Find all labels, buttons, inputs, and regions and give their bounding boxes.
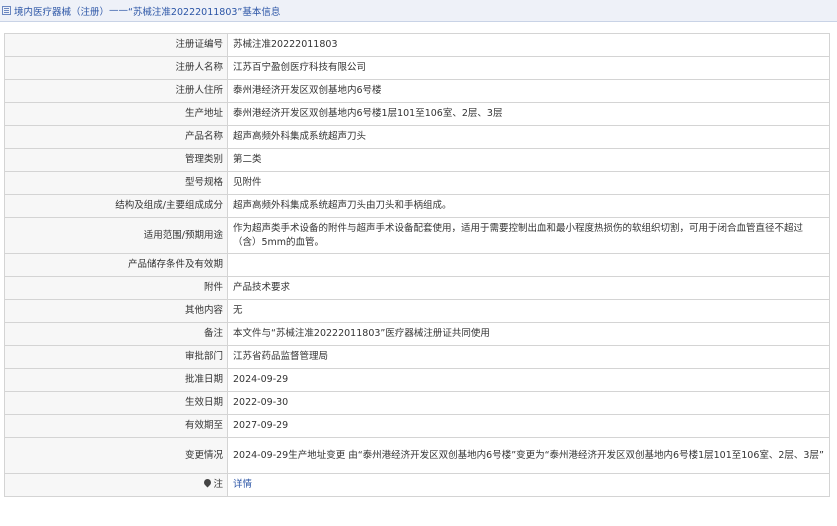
breadcrumb-separator: —— <box>109 5 129 16</box>
field-label: 生效日期 <box>4 391 228 415</box>
field-label: 注册证编号 <box>4 33 228 57</box>
field-value: 苏械注准20222011803 <box>227 33 830 57</box>
field-value: 作为超声类手术设备的附件与超声手术设备配套使用，适用于需要控制出血和最小程度热损… <box>227 217 830 254</box>
field-label: 适用范围/预期用途 <box>4 217 228 254</box>
field-value: 产品技术要求 <box>227 276 830 300</box>
page-title: “苏械注准20222011803”基本信息 <box>128 6 281 18</box>
list-icon <box>2 6 11 15</box>
field-label: 产品名称 <box>4 125 228 149</box>
field-value: 见附件 <box>227 171 830 195</box>
field-label: 附件 <box>4 276 228 300</box>
breadcrumb-category[interactable]: 境内医疗器械（注册） <box>14 4 109 18</box>
field-label: 结构及组成/主要组成成分 <box>4 194 228 218</box>
table-row: 管理类别 第二类 <box>4 148 830 172</box>
details-link[interactable]: 详情 <box>233 479 252 490</box>
note-row: 注 详情 <box>4 473 830 497</box>
table-row: 附件 产品技术要求 <box>4 276 830 300</box>
table-row: 生产地址 泰州港经济开发区双创基地内6号楼1层101至106室、2层、3层 <box>4 102 830 126</box>
table-row: 产品储存条件及有效期 <box>4 253 830 277</box>
page-header: 境内医疗器械（注册） —— “苏械注准20222011803”基本信息 <box>0 0 837 22</box>
table-row: 注册人住所 泰州港经济开发区双创基地内6号楼 <box>4 79 830 103</box>
field-value <box>227 253 830 277</box>
table-row: 注册人名称 江苏百宁盈创医疗科技有限公司 <box>4 56 830 80</box>
field-value: 泰州港经济开发区双创基地内6号楼1层101至106室、2层、3层 <box>227 102 830 126</box>
table-row: 批准日期 2024-09-29 <box>4 368 830 392</box>
note-label: 注 <box>213 479 223 490</box>
note-value-cell: 详情 <box>227 473 830 497</box>
field-label: 备注 <box>4 322 228 346</box>
table-row: 型号规格 见附件 <box>4 171 830 195</box>
field-label: 批准日期 <box>4 368 228 392</box>
field-label: 其他内容 <box>4 299 228 323</box>
field-value: 无 <box>227 299 830 323</box>
field-value: 超声高频外科集成系统超声刀头 <box>227 125 830 149</box>
field-label: 注册人住所 <box>4 79 228 103</box>
field-label: 管理类别 <box>4 148 228 172</box>
field-label: 审批部门 <box>4 345 228 369</box>
table-row: 注册证编号 苏械注准20222011803 <box>4 33 830 57</box>
table-row: 生效日期 2022-09-30 <box>4 391 830 415</box>
table-row: 适用范围/预期用途 作为超声类手术设备的附件与超声手术设备配套使用，适用于需要控制… <box>4 217 830 254</box>
table-row: 备注 本文件与“苏械注准20222011803”医疗器械注册证共同使用 <box>4 322 830 346</box>
field-label: 产品储存条件及有效期 <box>4 253 228 277</box>
field-value: 超声高频外科集成系统超声刀头由刀头和手柄组成。 <box>227 194 830 218</box>
field-label: 变更情况 <box>4 437 228 474</box>
info-table-container: 注册证编号 苏械注准20222011803 注册人名称 江苏百宁盈创医疗科技有限公司… <box>4 33 830 497</box>
table-row: 审批部门 江苏省药品监督管理局 <box>4 345 830 369</box>
field-value: 第二类 <box>227 148 830 172</box>
pin-icon <box>204 479 211 488</box>
table-row: 其他内容无 <box>4 299 830 323</box>
field-value: 泰州港经济开发区双创基地内6号楼 <box>227 79 830 103</box>
table-row: 结构及组成/主要组成成分 超声高频外科集成系统超声刀头由刀头和手柄组成。 <box>4 194 830 218</box>
field-value: 江苏省药品监督管理局 <box>227 345 830 369</box>
field-value: 2024-09-29 <box>227 368 830 392</box>
field-label: 有效期至 <box>4 414 228 438</box>
field-value: 本文件与“苏械注准20222011803”医疗器械注册证共同使用 <box>227 322 830 346</box>
field-value: 2022-09-30 <box>227 391 830 415</box>
field-label: 生产地址 <box>4 102 228 126</box>
field-value: 2024-09-29生产地址变更 由“泰州港经济开发区双创基地内6号楼”变更为“… <box>227 437 830 474</box>
field-label: 注册人名称 <box>4 56 228 80</box>
field-label: 型号规格 <box>4 171 228 195</box>
info-table: 注册证编号 苏械注准20222011803 注册人名称 江苏百宁盈创医疗科技有限公司… <box>4 33 830 497</box>
table-row: 有效期至 2027-09-29 <box>4 414 830 438</box>
table-row: 变更情况 2024-09-29生产地址变更 由“泰州港经济开发区双创基地内6号楼”… <box>4 437 830 474</box>
table-row: 产品名称 超声高频外科集成系统超声刀头 <box>4 125 830 149</box>
note-label-cell: 注 <box>4 473 228 497</box>
field-value: 江苏百宁盈创医疗科技有限公司 <box>227 56 830 80</box>
field-value: 2027-09-29 <box>227 414 830 438</box>
